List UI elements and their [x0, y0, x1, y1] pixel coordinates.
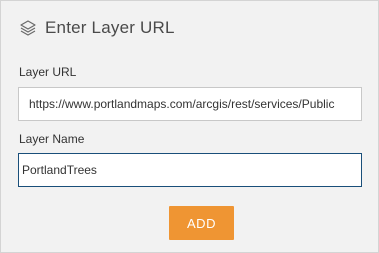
panel-title: Enter Layer URL: [45, 18, 175, 37]
layer-url-label: Layer URL: [19, 65, 77, 79]
layers-icon: [19, 19, 37, 37]
add-button[interactable]: ADD: [169, 206, 234, 240]
layer-url-input[interactable]: [18, 87, 362, 121]
enter-layer-url-panel: Enter Layer URL Layer URL Layer Name ADD: [0, 0, 379, 253]
layer-name-label: Layer Name: [19, 132, 85, 146]
panel-header: Enter Layer URL: [19, 18, 175, 38]
layer-name-input[interactable]: [18, 153, 362, 187]
